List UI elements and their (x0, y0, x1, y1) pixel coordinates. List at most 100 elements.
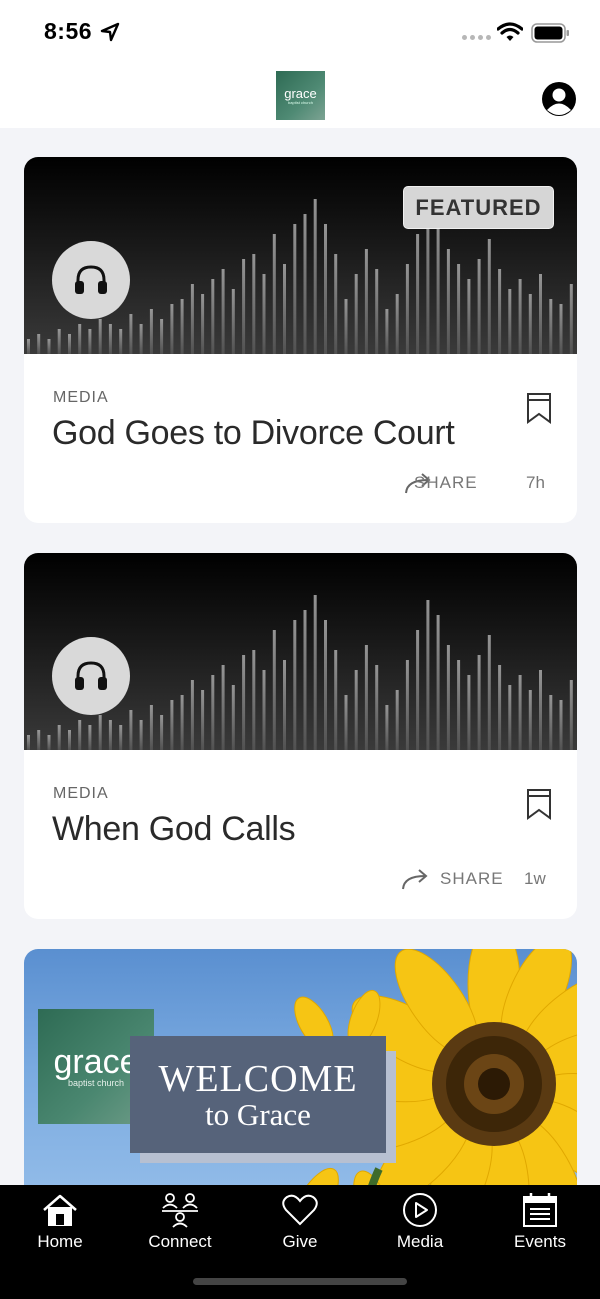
waveform-bar (139, 324, 143, 354)
waveform-bar (477, 655, 481, 750)
tab-events[interactable]: Events (480, 1185, 600, 1265)
card-body[interactable]: MEDIA When God Calls SHARE 1w (24, 750, 577, 919)
waveform-bar (508, 685, 512, 750)
waveform-bar (119, 329, 123, 354)
waveform-bar (313, 595, 317, 750)
welcome-heading: WELCOME (158, 1058, 358, 1100)
tab-give[interactable]: Give (240, 1185, 360, 1265)
waveform-bar (47, 339, 51, 354)
waveform-bar (211, 279, 215, 354)
waveform-bar (27, 735, 30, 750)
bookmark-icon[interactable] (526, 788, 552, 820)
waveform-bar (539, 274, 542, 354)
waveform-bar (180, 695, 184, 750)
waveform-bar (139, 720, 143, 750)
waveform-bar (262, 274, 266, 354)
waveform-bar (436, 615, 440, 750)
waveform-bar (385, 705, 389, 750)
waveform-bar (37, 730, 41, 750)
waveform-bar (569, 680, 573, 750)
welcome-box: WELCOME to Grace (130, 1036, 386, 1153)
waveform-bar (149, 705, 153, 750)
media-card[interactable]: FEATURED MEDIA God Goes to Divorce Court… (24, 157, 577, 523)
content-feed[interactable]: FEATURED MEDIA God Goes to Divorce Court… (0, 128, 600, 1185)
waveform-bar (293, 224, 297, 354)
grace-logo-text: grace (53, 1042, 139, 1081)
waveform-bar (487, 635, 491, 750)
waveform-bar (487, 239, 491, 354)
waveform-bar (436, 219, 440, 354)
waveform-bar (467, 279, 471, 354)
waveform-bar (385, 309, 389, 354)
cellular-signal-icon (462, 35, 491, 40)
waveform-bar (344, 299, 348, 354)
waveform-bar (303, 214, 307, 354)
card-category: MEDIA (53, 389, 109, 406)
waveform-bar (108, 324, 112, 354)
audio-thumbnail[interactable] (24, 553, 577, 750)
waveform-bar (211, 675, 215, 750)
audio-thumbnail[interactable]: FEATURED (24, 157, 577, 354)
waveform-bar (262, 670, 266, 750)
logo-text: grace (284, 85, 317, 101)
waveform-bar (57, 329, 61, 354)
waveform-bar (559, 700, 563, 750)
waveform-bar (272, 630, 276, 750)
bookmark-icon[interactable] (526, 392, 552, 424)
share-button[interactable]: SHARE (414, 473, 478, 493)
waveform-bar (221, 269, 225, 354)
waveform-bar (508, 289, 512, 354)
card-title[interactable]: When God Calls (52, 810, 296, 849)
waveform-bar (68, 334, 71, 354)
card-body[interactable]: MEDIA God Goes to Divorce Court SHARE 7h (24, 354, 577, 523)
welcome-card[interactable]: grace baptist church WELCOME to Grace (24, 949, 577, 1185)
waveform-bar (129, 314, 133, 354)
share-button[interactable]: SHARE (440, 869, 504, 889)
waveform-bar (457, 660, 461, 750)
waveform-bar (231, 289, 235, 354)
waveform-bar (98, 319, 102, 354)
waveform-bar (528, 690, 532, 750)
share-icon[interactable] (401, 867, 431, 891)
tab-connect[interactable]: Connect (120, 1185, 240, 1265)
grace-logo-subtext: baptist church (67, 1077, 125, 1088)
waveform-bar (303, 610, 307, 750)
waveform-bar (498, 665, 502, 750)
waveform-bar (68, 730, 71, 750)
waveform-bar (231, 685, 235, 750)
tab-home[interactable]: Home (0, 1185, 120, 1265)
waveform-bar (242, 259, 246, 354)
waveform-bar (446, 645, 450, 750)
tab-label: Media (396, 1232, 444, 1251)
waveform-bar (539, 670, 542, 750)
waveform-bar (190, 680, 194, 750)
wifi-icon (497, 22, 523, 41)
media-card[interactable]: MEDIA When God Calls SHARE 1w (24, 553, 577, 919)
post-age: 7h (526, 473, 545, 492)
card-category: MEDIA (53, 785, 109, 802)
church-logo[interactable]: grace baptist church (276, 71, 325, 120)
waveform-bar (395, 690, 399, 750)
waveform-bar (354, 274, 358, 354)
waveform-bar (446, 249, 450, 354)
card-title[interactable]: God Goes to Divorce Court (52, 414, 455, 453)
waveform-bar (129, 710, 133, 750)
tab-media[interactable]: Media (360, 1185, 480, 1265)
waveform-bar (252, 650, 256, 750)
tab-label: Give (282, 1232, 318, 1251)
waveform-bar (395, 294, 399, 354)
waveform-bar (518, 675, 522, 750)
waveform-bar (160, 319, 164, 354)
status-time: 8:56 (44, 18, 93, 44)
waveform-bar (252, 254, 256, 354)
welcome-banner-image[interactable]: grace baptist church WELCOME to Grace (24, 949, 577, 1185)
home-icon (43, 1194, 77, 1226)
waveform-bar (324, 224, 327, 354)
waveform-bar (88, 725, 92, 750)
headphones-icon (52, 241, 130, 319)
profile-icon[interactable] (541, 81, 577, 117)
waveform-bar (78, 324, 82, 354)
waveform-bar (108, 720, 112, 750)
waveform-bar (498, 269, 502, 354)
status-bar: 8:56 (0, 0, 600, 64)
